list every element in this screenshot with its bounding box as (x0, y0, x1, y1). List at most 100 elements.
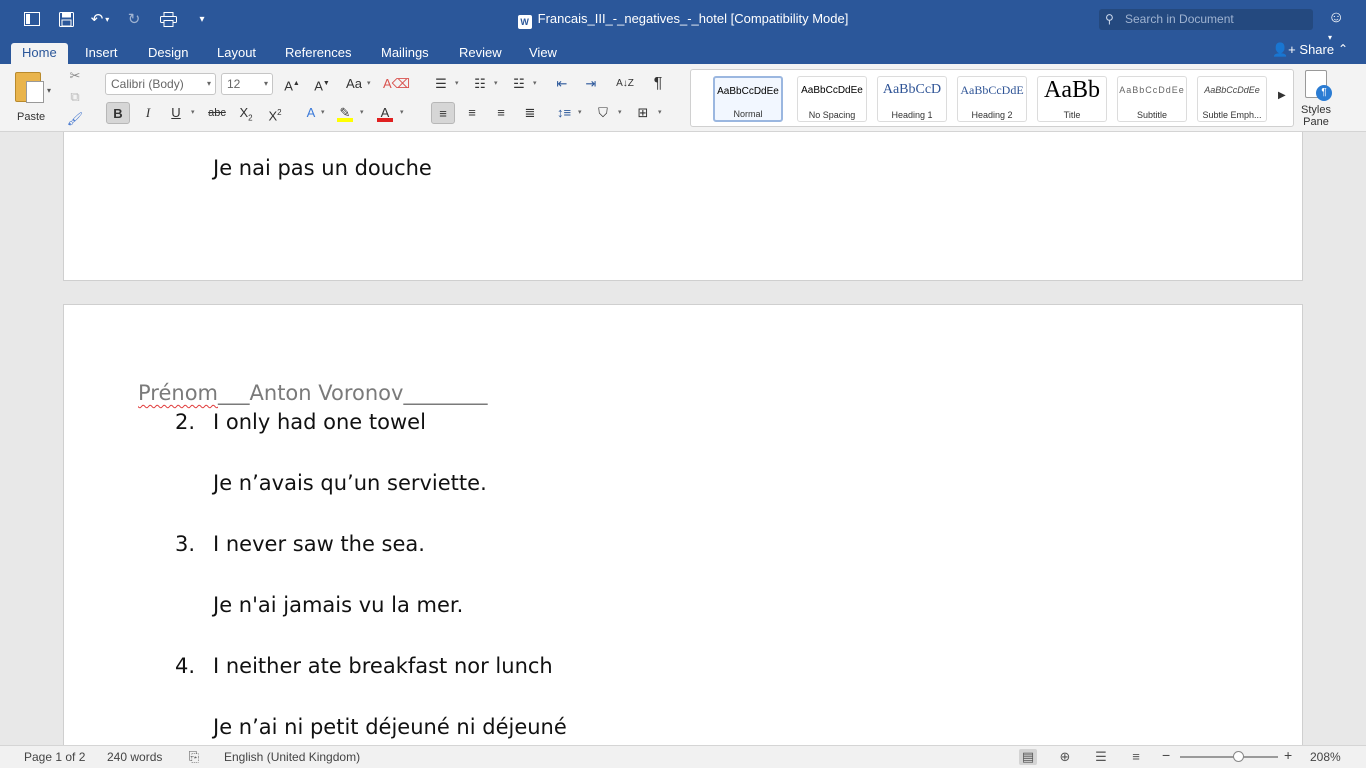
zoom-in-button[interactable]: + (1284, 747, 1292, 763)
chevron-down-icon[interactable]: ▾ (533, 73, 541, 95)
list-number: 4. (175, 654, 196, 678)
text-effects-icon[interactable]: A (299, 102, 323, 124)
gallery-next-icon[interactable]: ▶ (1278, 90, 1286, 101)
question-text[interactable]: I only had one towel (213, 410, 426, 434)
shrink-font-icon[interactable]: A▼ (310, 73, 334, 95)
style-subtitle[interactable]: AaBbCcDdEe Subtitle (1117, 76, 1187, 122)
chevron-down-icon[interactable]: ▾ (321, 102, 329, 124)
grow-font-icon[interactable]: A▲ (280, 73, 304, 95)
font-color-icon[interactable]: A (373, 102, 397, 124)
collapse-ribbon-icon[interactable]: ⌃ (1338, 42, 1348, 56)
answer-text[interactable]: Je n’ai ni petit déjeuné ni déjeuné (213, 715, 567, 739)
styles-pane-button[interactable]: Styles Pane (1296, 70, 1336, 130)
change-case-icon[interactable]: Aa (342, 73, 366, 95)
tab-review[interactable]: Review (448, 43, 513, 64)
tab-home[interactable]: Home (11, 43, 68, 64)
chevron-down-icon[interactable]: ▾ (47, 86, 51, 95)
page[interactable]: Je nai pas un douche (63, 132, 1303, 281)
chevron-down-icon: ▾ (206, 79, 211, 88)
style-heading-2[interactable]: AaBbCcDdE Heading 2 (957, 76, 1027, 122)
zoom-slider-handle[interactable] (1233, 751, 1244, 762)
decrease-indent-icon[interactable]: ⇤ (550, 73, 574, 95)
print-layout-icon[interactable]: ▤ (1019, 749, 1037, 765)
strikethrough-button[interactable]: abc (205, 102, 229, 124)
web-layout-icon[interactable]: ⊕ (1056, 749, 1074, 765)
style-subtle-emphasis[interactable]: AaBbCcDdEe Subtle Emph... (1197, 76, 1267, 122)
chevron-down-icon[interactable]: ▾ (494, 73, 502, 95)
bold-button[interactable]: B (106, 102, 130, 124)
chevron-down-icon[interactable]: ▾ (360, 102, 368, 124)
underline-button[interactable]: U (164, 102, 188, 124)
line-spacing-icon[interactable]: ↕≡ (552, 102, 576, 124)
superscript-icon[interactable]: X2 (263, 102, 287, 124)
word-count[interactable]: 240 words (107, 750, 162, 764)
subscript-icon[interactable]: X2 (234, 102, 258, 124)
format-painter-icon[interactable]: 🖌 (66, 111, 84, 129)
language-indicator[interactable]: English (United Kingdom) (224, 750, 360, 764)
feedback-smiley-icon[interactable]: ☺▾ (1328, 9, 1348, 42)
numbering-icon[interactable]: ☷ (468, 73, 492, 95)
increase-indent-icon[interactable]: ⇥ (579, 73, 603, 95)
font-size-select[interactable]: 12 ▾ (221, 73, 273, 95)
add-person-icon: 👤+ (1272, 42, 1296, 57)
tab-insert[interactable]: Insert (74, 43, 129, 64)
chevron-down-icon[interactable]: ▾ (455, 73, 463, 95)
ribbon: ▾ Paste ✂ ⧉ 🖌 Calibri (Body) ▾ 12 ▾ A▲ A▼ … (0, 64, 1366, 132)
tab-mailings[interactable]: Mailings (370, 43, 440, 64)
borders-icon[interactable]: ⊞ (631, 102, 655, 124)
tab-view[interactable]: View (518, 43, 568, 64)
shading-icon[interactable]: ⛉ (591, 102, 615, 124)
style-heading-1[interactable]: AaBbCcD Heading 1 (877, 76, 947, 122)
chevron-down-icon[interactable]: ▾ (367, 73, 375, 95)
justify-icon[interactable]: ≣ (518, 102, 542, 124)
answer-text[interactable]: Je n’avais qu’un serviette. (213, 471, 487, 495)
answer-text[interactable]: Je n'ai jamais vu la mer. (213, 593, 463, 617)
align-right-icon[interactable]: ≡ (489, 102, 513, 124)
question-text[interactable]: I never saw the sea. (213, 532, 425, 556)
name-line[interactable]: Prénom___Anton Voronov________ (138, 381, 487, 405)
status-bar: Page 1 of 2 240 words ⎘ English (United … (0, 745, 1366, 768)
show-formatting-icon[interactable]: ¶ (646, 73, 670, 95)
align-center-icon[interactable]: ≡ (460, 102, 484, 124)
paste-button[interactable]: ▾ Paste (12, 70, 56, 128)
bullets-icon[interactable]: ☰ (429, 73, 453, 95)
search-icon: ⚲ (1105, 12, 1114, 26)
draft-view-icon[interactable]: ≡ (1127, 749, 1145, 765)
clear-formatting-icon[interactable]: A⌫ (383, 73, 410, 95)
page[interactable]: Prénom___Anton Voronov________ 2. I only… (63, 304, 1303, 745)
align-left-icon[interactable]: ≡ (431, 102, 455, 124)
search-input[interactable]: ⚲ Search in Document (1099, 9, 1313, 30)
share-button[interactable]: 👤+ Share (1272, 42, 1334, 58)
clipboard-icon (15, 72, 44, 103)
answer-text: Je nai pas un douche (213, 156, 432, 180)
zoom-slider[interactable] (1180, 756, 1278, 758)
document-canvas[interactable]: Je nai pas un douche Prénom___Anton Voro… (0, 132, 1366, 745)
proofing-icon[interactable]: ⎘ (185, 749, 203, 765)
answer-line[interactable]: Je nai pas un douche (213, 156, 432, 180)
outline-view-icon[interactable]: ☰ (1092, 749, 1110, 765)
zoom-out-button[interactable]: − (1162, 747, 1170, 763)
copy-icon[interactable]: ⧉ (66, 89, 84, 107)
chevron-down-icon[interactable]: ▾ (400, 102, 408, 124)
italic-button[interactable]: I (136, 102, 160, 124)
sort-icon[interactable]: A↓Z (613, 73, 637, 95)
cut-icon[interactable]: ✂ (66, 68, 84, 86)
font-name-select[interactable]: Calibri (Body) ▾ (105, 73, 216, 95)
zoom-level[interactable]: 208% (1310, 750, 1341, 764)
style-title[interactable]: AaBb Title (1037, 76, 1107, 122)
page-count[interactable]: Page 1 of 2 (24, 750, 85, 764)
styles-gallery: AaBbCcDdEe Normal AaBbCcDdEe No Spacing … (690, 69, 1294, 127)
chevron-down-icon[interactable]: ▾ (191, 102, 199, 124)
tab-layout[interactable]: Layout (206, 43, 267, 64)
chevron-down-icon[interactable]: ▾ (578, 102, 586, 124)
styles-pane-icon (1305, 70, 1332, 101)
highlight-icon[interactable]: ✎ (333, 102, 357, 124)
style-normal[interactable]: AaBbCcDdEe Normal (713, 76, 783, 122)
tab-design[interactable]: Design (137, 43, 199, 64)
multilevel-list-icon[interactable]: ☳ (507, 73, 531, 95)
chevron-down-icon[interactable]: ▾ (618, 102, 626, 124)
style-no-spacing[interactable]: AaBbCcDdEe No Spacing (797, 76, 867, 122)
chevron-down-icon[interactable]: ▾ (658, 102, 666, 124)
question-text[interactable]: I neither ate breakfast nor lunch (213, 654, 553, 678)
tab-references[interactable]: References (274, 43, 362, 64)
